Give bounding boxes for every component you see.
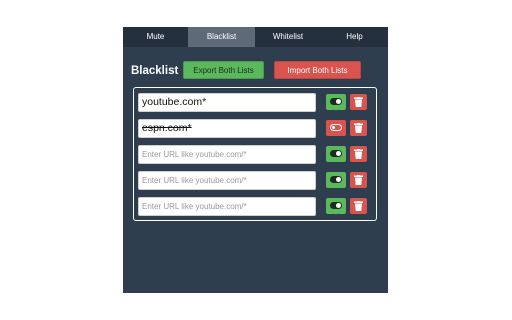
toggle-button[interactable] — [326, 94, 346, 110]
toggle-button[interactable] — [326, 146, 346, 162]
export-lists-button[interactable]: Export Both Lists — [183, 61, 264, 79]
tab-whitelist[interactable]: Whitelist — [255, 27, 321, 47]
toggle-on-icon — [330, 202, 342, 209]
url-field[interactable]: Enter URL like youtube.com/* — [138, 171, 316, 190]
trash-icon — [354, 123, 363, 133]
delete-button[interactable] — [350, 146, 367, 162]
url-field[interactable]: youtube.com* — [138, 93, 316, 112]
list-item: youtube.com* — [138, 93, 372, 112]
trash-icon — [354, 175, 363, 185]
toggle-button[interactable] — [326, 120, 346, 136]
toggle-off-icon — [330, 124, 342, 131]
list-item: espn.com* — [138, 119, 372, 138]
import-lists-button[interactable]: Import Both Lists — [274, 61, 361, 79]
blacklist-entries: youtube.com* espn.com* Enter URL like yo… — [133, 87, 377, 221]
url-field[interactable]: Enter URL like youtube.com/* — [138, 197, 316, 216]
tab-blacklist[interactable]: Blacklist — [188, 27, 255, 47]
delete-button[interactable] — [350, 94, 367, 110]
tab-help[interactable]: Help — [321, 27, 388, 47]
toggle-on-icon — [330, 176, 342, 183]
list-item: Enter URL like youtube.com/* — [138, 171, 372, 190]
url-field[interactable]: Enter URL like youtube.com/* — [138, 145, 316, 164]
toggle-on-icon — [330, 98, 342, 105]
toggle-button[interactable] — [326, 198, 346, 214]
trash-icon — [354, 97, 363, 107]
trash-icon — [354, 149, 363, 159]
list-header: Blacklist Export Both Lists Import Both … — [131, 61, 381, 84]
delete-button[interactable] — [350, 198, 367, 214]
list-item: Enter URL like youtube.com/* — [138, 145, 372, 164]
list-item: Enter URL like youtube.com/* — [138, 197, 372, 216]
delete-button[interactable] — [350, 120, 367, 136]
extension-panel: Mute Blacklist Whitelist Help Blacklist … — [123, 27, 388, 293]
trash-icon — [354, 201, 363, 211]
tab-bar: Mute Blacklist Whitelist Help — [123, 27, 388, 47]
delete-button[interactable] — [350, 172, 367, 188]
tab-mute[interactable]: Mute — [123, 27, 188, 47]
page-title: Blacklist — [131, 65, 179, 77]
toggle-on-icon — [330, 150, 342, 157]
url-field[interactable]: espn.com* — [138, 119, 316, 138]
toggle-button[interactable] — [326, 172, 346, 188]
